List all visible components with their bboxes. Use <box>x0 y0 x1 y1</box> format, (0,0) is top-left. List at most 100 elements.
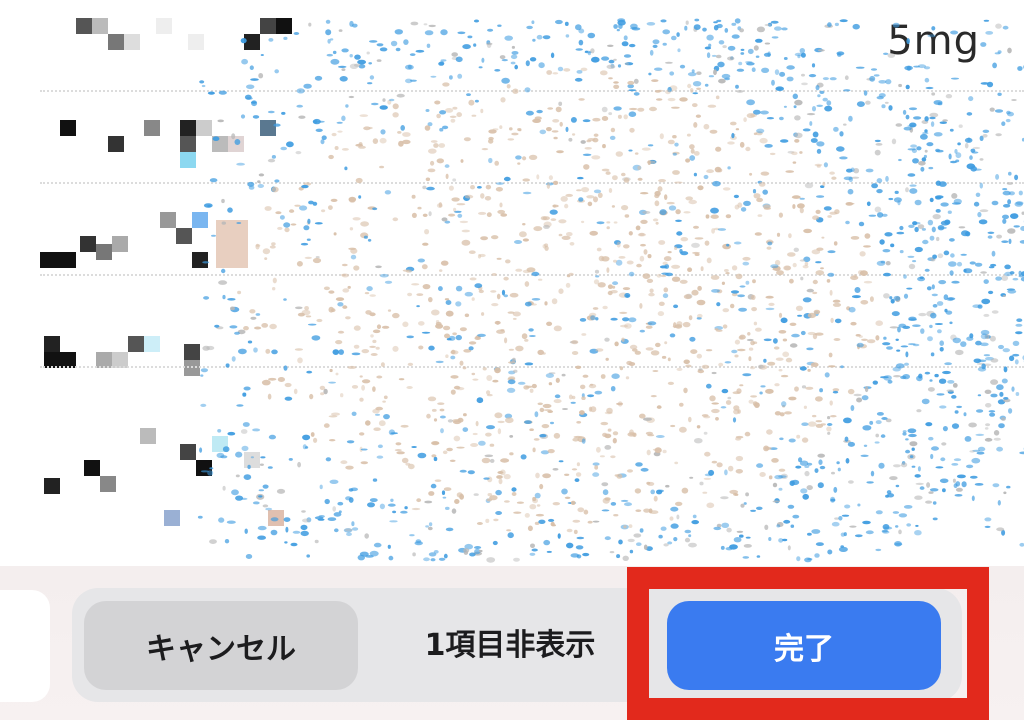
particle <box>676 514 680 520</box>
particle <box>790 524 795 528</box>
list-row-3[interactable] <box>40 184 1024 276</box>
particle <box>827 549 833 555</box>
particle <box>529 552 536 556</box>
particle <box>743 502 747 505</box>
particle <box>627 469 633 473</box>
particle <box>811 529 821 534</box>
particle <box>338 510 342 514</box>
particle <box>772 500 781 503</box>
particle <box>531 548 538 552</box>
particle <box>817 482 824 489</box>
particle <box>557 533 561 539</box>
list-row-1[interactable]: 5mg <box>40 0 1024 92</box>
particle <box>866 481 874 484</box>
particle <box>400 510 408 514</box>
particle <box>257 525 267 531</box>
particle <box>838 516 843 521</box>
particle <box>870 470 875 477</box>
particle <box>894 542 903 546</box>
particle <box>344 528 353 532</box>
particle <box>469 552 476 557</box>
particle <box>778 475 787 478</box>
particle <box>314 516 324 520</box>
particle <box>796 556 801 562</box>
particle <box>886 493 895 498</box>
particle <box>534 492 541 499</box>
particle <box>739 534 744 538</box>
particle <box>841 514 850 517</box>
particle <box>334 528 339 533</box>
particle <box>412 552 416 557</box>
particle <box>372 478 378 482</box>
particle <box>369 498 378 503</box>
particle <box>495 489 502 496</box>
particle <box>804 557 812 563</box>
particle <box>459 493 464 500</box>
particle <box>209 539 217 544</box>
particle <box>984 517 992 522</box>
particle <box>493 518 499 522</box>
particle <box>566 542 574 549</box>
particle <box>911 465 916 468</box>
particle <box>878 462 885 469</box>
done-button[interactable]: 完了 <box>667 601 941 690</box>
particle <box>226 520 236 524</box>
list-row-4[interactable] <box>40 276 1024 376</box>
particle <box>350 487 358 492</box>
particle <box>324 498 330 505</box>
particle <box>658 489 664 493</box>
item-list[interactable]: 5mg <box>0 0 1024 570</box>
particle <box>961 481 967 488</box>
particle <box>952 478 956 483</box>
particle <box>772 482 778 488</box>
particle <box>582 552 590 557</box>
particle <box>256 493 265 500</box>
particle <box>235 474 240 478</box>
particle <box>552 468 559 471</box>
particle <box>635 462 643 467</box>
particle <box>572 519 581 523</box>
particle <box>720 545 725 550</box>
particle <box>646 481 651 485</box>
particle <box>848 480 854 484</box>
list-row-5[interactable] <box>40 368 1024 526</box>
particle <box>486 557 496 563</box>
list-row-2[interactable] <box>40 92 1024 184</box>
particle <box>306 554 311 558</box>
particle <box>1006 485 1011 489</box>
particle <box>756 463 764 468</box>
particle <box>776 522 784 527</box>
particle <box>780 473 788 479</box>
particle <box>542 473 551 479</box>
cancel-button[interactable]: キャンセル <box>84 601 358 690</box>
particle <box>411 507 421 511</box>
particle <box>703 477 712 480</box>
particle <box>713 526 722 531</box>
particle <box>901 461 906 465</box>
particle <box>974 483 984 486</box>
particle <box>329 479 339 484</box>
particle <box>592 520 600 523</box>
particle <box>543 539 551 546</box>
particle <box>903 505 913 509</box>
particle <box>506 529 511 532</box>
particle <box>389 520 398 523</box>
particle <box>640 467 649 472</box>
particle <box>566 528 573 533</box>
particle <box>778 538 784 543</box>
particle <box>476 522 483 525</box>
particle <box>778 487 783 491</box>
particle <box>428 522 433 527</box>
particle <box>392 510 397 514</box>
particle <box>267 466 273 469</box>
toolbar-left-edge <box>0 590 50 702</box>
particle <box>648 508 653 514</box>
particle <box>602 497 610 504</box>
particle <box>928 491 934 494</box>
particle <box>441 490 446 496</box>
particle <box>802 493 809 500</box>
particle <box>670 506 679 512</box>
particle <box>486 498 493 502</box>
particle <box>807 558 813 561</box>
particle <box>495 511 502 515</box>
